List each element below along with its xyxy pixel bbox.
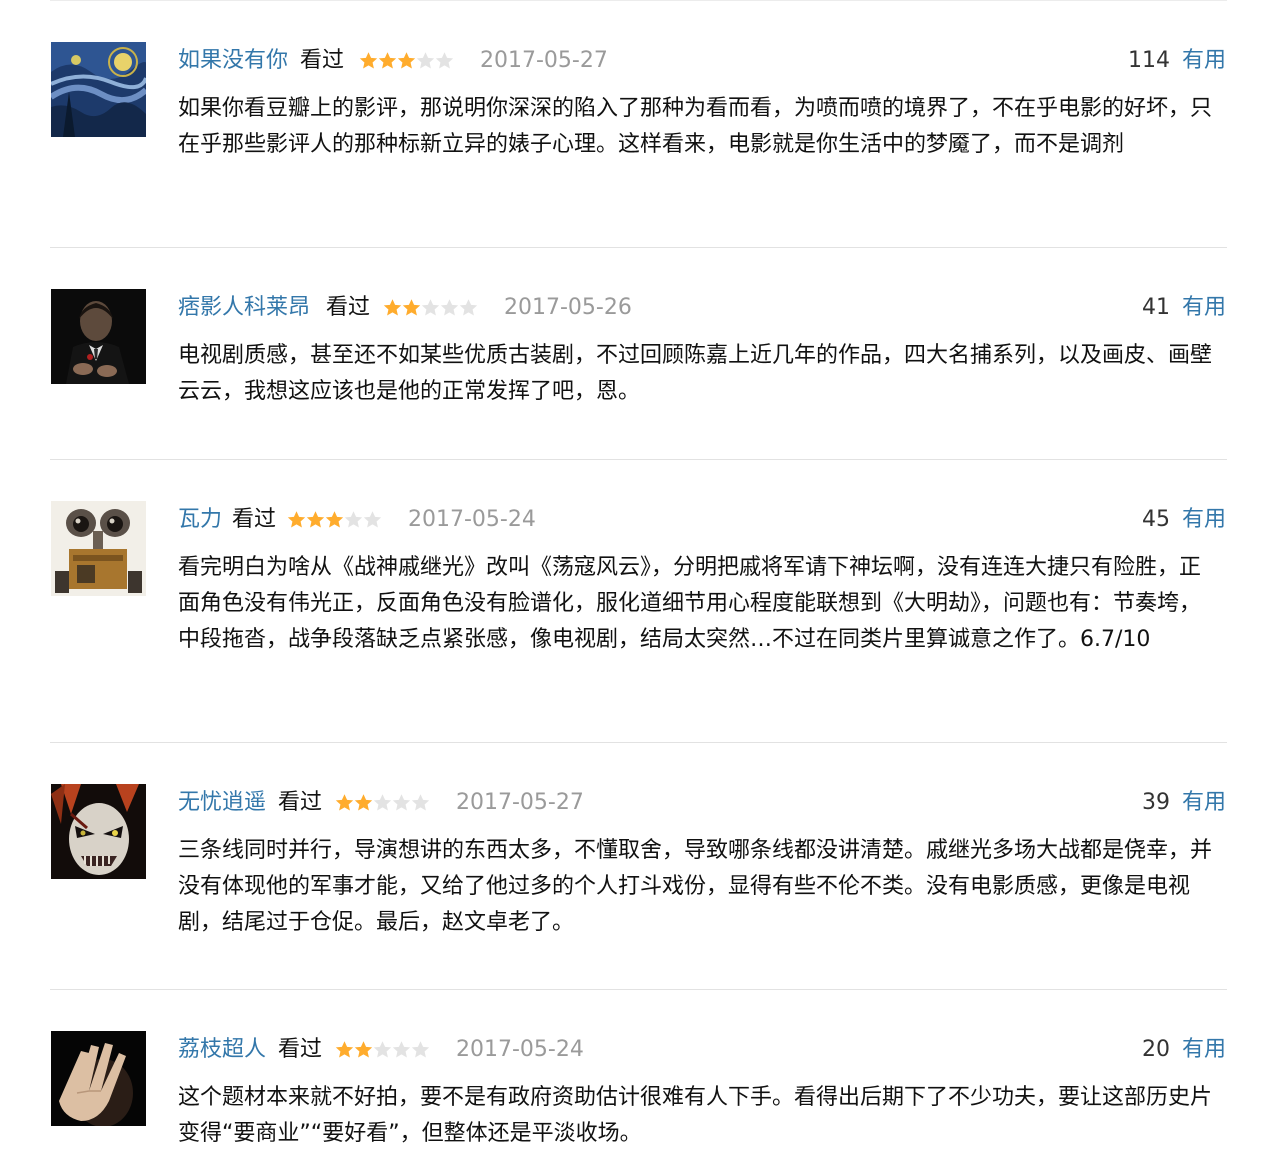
star-empty-icon	[344, 511, 363, 528]
star-filled-icon	[335, 1041, 354, 1058]
mask-face-avatar-image	[51, 784, 146, 879]
star-filled-icon	[359, 52, 378, 69]
vote-area: 45 有用	[1142, 503, 1226, 537]
comment-header: 荔枝超人 看过 2017-05-24 20 有用	[178, 1033, 1226, 1067]
godfather-avatar[interactable]	[51, 289, 146, 384]
star-filled-icon	[402, 299, 421, 316]
star-filled-icon	[354, 1041, 373, 1058]
comment-divider	[50, 742, 1227, 743]
comment-text: 如果你看豆瓣上的影评，那说明你深深的陷入了那种为看而看，为喷而喷的境界了，不在乎…	[178, 96, 1213, 157]
user-link[interactable]: 痞影人科莱昂	[178, 291, 310, 325]
star-filled-icon	[335, 794, 354, 811]
star-empty-icon	[435, 52, 454, 69]
comment-date: 2017-05-27	[480, 48, 608, 73]
comment-text: 电视剧质感，甚至还不如某些优质古装剧，不过回顾陈嘉上近几年的作品，四大名捕系列，…	[178, 343, 1213, 404]
star-empty-icon	[416, 52, 435, 69]
vote-area: 41 有用	[1142, 291, 1226, 325]
godfather-avatar-image	[51, 289, 146, 384]
rating-stars	[334, 1040, 430, 1060]
vote-count: 39	[1141, 790, 1170, 815]
star-empty-icon	[392, 794, 411, 811]
vote-count: 20	[1141, 1037, 1170, 1062]
vote-count: 41	[1141, 295, 1170, 320]
star-empty-icon	[373, 1041, 392, 1058]
useful-button[interactable]: 有用	[1182, 295, 1226, 320]
star-empty-icon	[421, 299, 440, 316]
comment-date: 2017-05-26	[504, 295, 632, 320]
useful-button[interactable]: 有用	[1182, 790, 1226, 815]
rating-stars	[358, 51, 454, 71]
star-filled-icon	[287, 511, 306, 528]
starry-night-avatar-image	[51, 42, 146, 137]
mask-face-avatar[interactable]	[51, 784, 146, 879]
useful-button[interactable]: 有用	[1182, 48, 1226, 73]
comment-date: 2017-05-27	[456, 790, 584, 815]
star-filled-icon	[397, 52, 416, 69]
watched-label: 看过	[278, 790, 323, 815]
comment-divider	[50, 459, 1227, 460]
star-empty-icon	[459, 299, 478, 316]
rating-stars	[286, 510, 382, 530]
star-filled-icon	[325, 511, 344, 528]
starry-night-avatar[interactable]	[51, 42, 146, 137]
vote-area: 20 有用	[1142, 1033, 1226, 1067]
vote-count: 114	[1127, 48, 1170, 73]
hand-over-face-avatar[interactable]	[51, 1031, 146, 1126]
comment-header: 瓦力 看过 2017-05-24 45 有用	[178, 503, 1226, 537]
comment-divider	[50, 989, 1227, 990]
user-link[interactable]: 无忧逍遥	[178, 786, 266, 820]
user-link[interactable]: 荔枝超人	[178, 1033, 266, 1067]
hand-over-face-avatar-image	[51, 1031, 146, 1126]
star-filled-icon	[306, 511, 325, 528]
star-filled-icon	[378, 52, 397, 69]
rating-stars	[382, 298, 478, 318]
vote-area: 39 有用	[1142, 786, 1226, 820]
star-empty-icon	[411, 794, 430, 811]
watched-label: 看过	[326, 295, 371, 320]
comment-date: 2017-05-24	[408, 507, 536, 532]
useful-button[interactable]: 有用	[1182, 1037, 1226, 1062]
comment-header: 无忧逍遥 看过 2017-05-27 39 有用	[178, 786, 1226, 820]
comment-text: 三条线同时并行，导演想讲的东西太多，不懂取舍，导致哪条线都没讲清楚。戚继光多场大…	[178, 838, 1213, 935]
comment-divider	[50, 247, 1227, 248]
vote-count: 45	[1141, 507, 1170, 532]
comment-header: 痞影人科莱昂 看过 2017-05-26 41 有用	[178, 291, 1226, 325]
comment-text: 这个题材本来就不好拍，要不是有政府资助估计很难有人下手。看得出后期下了不少功夫，…	[178, 1085, 1213, 1146]
comment-text: 看完明白为啥从《战神戚继光》改叫《荡寇风云》，分明把戚将军请下神坛啊，没有连连大…	[178, 555, 1202, 652]
wall-e-avatar[interactable]	[51, 501, 146, 596]
user-link[interactable]: 瓦力	[178, 503, 222, 537]
star-empty-icon	[373, 794, 392, 811]
useful-button[interactable]: 有用	[1182, 507, 1226, 532]
star-empty-icon	[440, 299, 459, 316]
star-empty-icon	[392, 1041, 411, 1058]
star-filled-icon	[383, 299, 402, 316]
star-empty-icon	[363, 511, 382, 528]
user-link[interactable]: 如果没有你	[178, 44, 288, 78]
watched-label: 看过	[278, 1037, 323, 1062]
star-filled-icon	[354, 794, 373, 811]
star-empty-icon	[411, 1041, 430, 1058]
comment-header: 如果没有你 看过 2017-05-27 114 有用	[178, 44, 1226, 78]
comment-date: 2017-05-24	[456, 1037, 584, 1062]
rating-stars	[334, 793, 430, 813]
top-divider	[50, 0, 1227, 1]
watched-label: 看过	[300, 48, 345, 73]
watched-label: 看过	[232, 507, 277, 532]
wall-e-avatar-image	[51, 501, 146, 596]
vote-area: 114 有用	[1128, 44, 1226, 78]
